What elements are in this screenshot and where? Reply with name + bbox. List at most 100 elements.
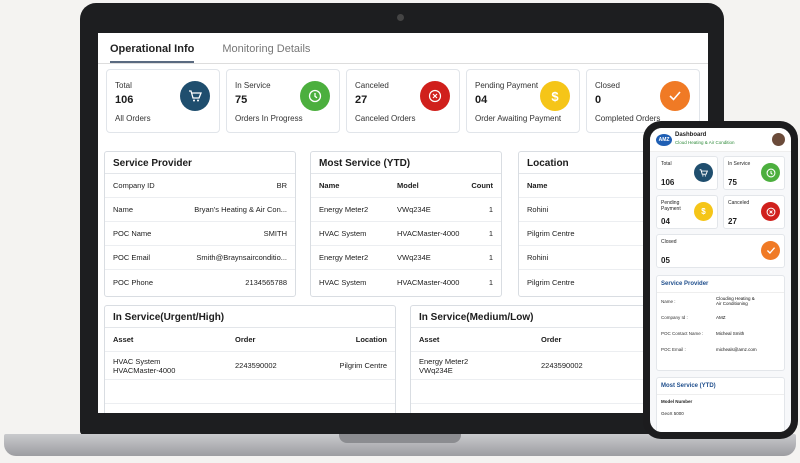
list-item: Model Number: [661, 398, 693, 404]
table-row: POC Email Smith@Braynsairconditio...: [105, 246, 295, 270]
table-row[interactable]: Energy Meter2 VWq234E 1: [311, 246, 501, 270]
cell: Energy Meter2: [319, 253, 369, 262]
list-item: Name : Clouding Heating & Air Conditionin…: [657, 293, 784, 309]
list-item: Company Id : AMZ: [657, 309, 784, 325]
cart-icon: [694, 163, 713, 182]
table-row: [105, 380, 395, 404]
cell: 2243590002: [235, 361, 277, 370]
stat-label: Closed: [661, 239, 677, 245]
avatar[interactable]: [772, 133, 785, 146]
table-row[interactable]: HVAC System HVACMaster-4000 1: [311, 222, 501, 246]
row-value: AMZ: [716, 314, 726, 320]
clock-icon: [761, 163, 780, 182]
column-header: Asset: [419, 335, 440, 344]
clock-icon: [300, 81, 330, 111]
logo: AMZ: [656, 134, 672, 146]
stat-value: 04: [661, 217, 670, 226]
stat-sub: Order Awaiting Payment: [475, 114, 562, 123]
row-key: POC Contact Name :: [661, 330, 704, 336]
cell: 1: [488, 277, 493, 287]
phone-stat-card-in-service[interactable]: In Service 75: [723, 156, 785, 190]
stat-card-in-service[interactable]: In Service 75 Orders In Progress: [226, 69, 340, 133]
stat-sub: Completed Orders: [595, 114, 661, 123]
cell: HVACMaster-4000: [397, 229, 460, 238]
stat-label: Pending Payment: [475, 81, 539, 90]
check-icon: [761, 241, 780, 260]
column-header: Order: [235, 335, 256, 344]
cell: HVACMaster-4000: [397, 277, 460, 287]
column-header: Name: [319, 181, 340, 190]
stat-value: 05: [661, 256, 670, 265]
column-header: Asset: [113, 335, 134, 344]
stat-label: In Service: [728, 161, 751, 167]
row-key: Company ID: [113, 181, 155, 190]
row-key: POC Email: [113, 253, 151, 262]
phone-stat-card-total[interactable]: Total 106: [656, 156, 718, 190]
tab-monitoring-details[interactable]: Monitoring Details: [222, 43, 310, 63]
cell: VWq234E: [397, 205, 431, 214]
stat-card-canceled[interactable]: Canceled 27 Canceled Orders: [346, 69, 460, 133]
stat-sub: Orders In Progress: [235, 114, 303, 123]
table-row: POC Phone 2134565788: [105, 270, 295, 294]
table-row: POC Name SMITH: [105, 222, 295, 246]
stat-label: Closed: [595, 81, 620, 90]
row-key: Name: [113, 205, 134, 214]
row-value: BR: [276, 181, 287, 190]
stat-value: 04: [475, 94, 488, 106]
laptop-screen: Operational Info Monitoring Details Tota…: [98, 33, 708, 413]
page-subtitle: Cloud Heating & Air Condition: [675, 140, 735, 145]
table-header: Name Model Count: [311, 174, 501, 198]
row-key: POC Name: [113, 229, 152, 238]
panel-title: Service Provider: [657, 276, 784, 293]
cell: HVAC System: [319, 229, 367, 238]
panel-title: In Service(Urgent/High): [105, 306, 395, 328]
stat-value: 27: [355, 94, 368, 106]
in-service-urgent-panel: In Service(Urgent/High) Asset Order Locati…: [104, 305, 396, 413]
panel-title: Most Service (YTD): [657, 378, 784, 395]
tab-operational-info[interactable]: Operational Info: [110, 43, 195, 63]
row-value: micheals@amz.com: [716, 346, 757, 352]
table-row: Company ID BR: [105, 174, 295, 198]
stat-label: Total: [661, 161, 672, 167]
cell: Energy Meter2: [319, 205, 369, 214]
table-row[interactable]: HVAC System HVACMaster-4000 1: [311, 270, 501, 294]
list-item: GeoX 5000: [661, 410, 684, 416]
stat-label: Canceled: [728, 200, 750, 206]
cart-icon: [180, 81, 210, 111]
panel-title: Service Provider: [105, 152, 295, 174]
row-key: Company Id :: [661, 314, 688, 320]
column-header: Location: [355, 335, 387, 344]
check-icon: [660, 81, 690, 111]
page-title: Dashboard: [675, 132, 707, 138]
cell: HVAC System HVACMaster-4000: [113, 356, 176, 375]
column-header: Count: [471, 181, 493, 190]
table-row[interactable]: HVAC System HVACMaster-4000 2243590002 Pil…: [105, 352, 395, 380]
panel-title: Most Service (YTD): [311, 152, 501, 174]
row-value: Clouding Heating & Air Conditioning: [716, 296, 755, 306]
stat-card-pending-payment[interactable]: Pending Payment 04 Order Awaiting Paymen…: [466, 69, 580, 133]
phone-stat-card-closed[interactable]: Closed 05: [656, 234, 785, 268]
stat-label: In Service: [235, 81, 271, 90]
cell: Pilgrim Centre: [339, 361, 387, 370]
cancel-icon: [761, 202, 780, 221]
table-row[interactable]: Energy Meter2 VWq234E 1: [311, 198, 501, 222]
phone-stat-card-canceled[interactable]: Canceled 27: [723, 195, 785, 229]
phone-most-service-panel: Most Service (YTD) Model Number GeoX 500…: [656, 377, 785, 432]
stat-value: 106: [661, 178, 675, 187]
phone-header: AMZ Dashboard Cloud Heating & Air Condit…: [650, 128, 791, 152]
stat-value: 75: [235, 94, 248, 106]
most-service-panel: Most Service (YTD) Name Model Count Energy…: [310, 151, 502, 297]
cell: VWq234E: [397, 253, 431, 262]
table-header: Asset Order Location: [105, 328, 395, 352]
stat-card-total[interactable]: Total 106 All Orders: [106, 69, 220, 133]
cell: Energy Meter2 VWq234E: [419, 356, 469, 375]
stat-label: Total: [115, 81, 132, 90]
row-value: Smith@Braynsairconditio...: [196, 253, 287, 262]
row-value: Micheal Smith: [716, 330, 745, 336]
stat-label: Canceled: [355, 81, 389, 90]
phone-stat-card-pending-payment[interactable]: Pending Payment 04 $: [656, 195, 718, 229]
stat-value: 106: [115, 94, 134, 106]
phone-screen: AMZ Dashboard Cloud Heating & Air Condit…: [650, 128, 791, 432]
stat-sub: Canceled Orders: [355, 114, 416, 123]
tabs-divider: [98, 63, 708, 64]
